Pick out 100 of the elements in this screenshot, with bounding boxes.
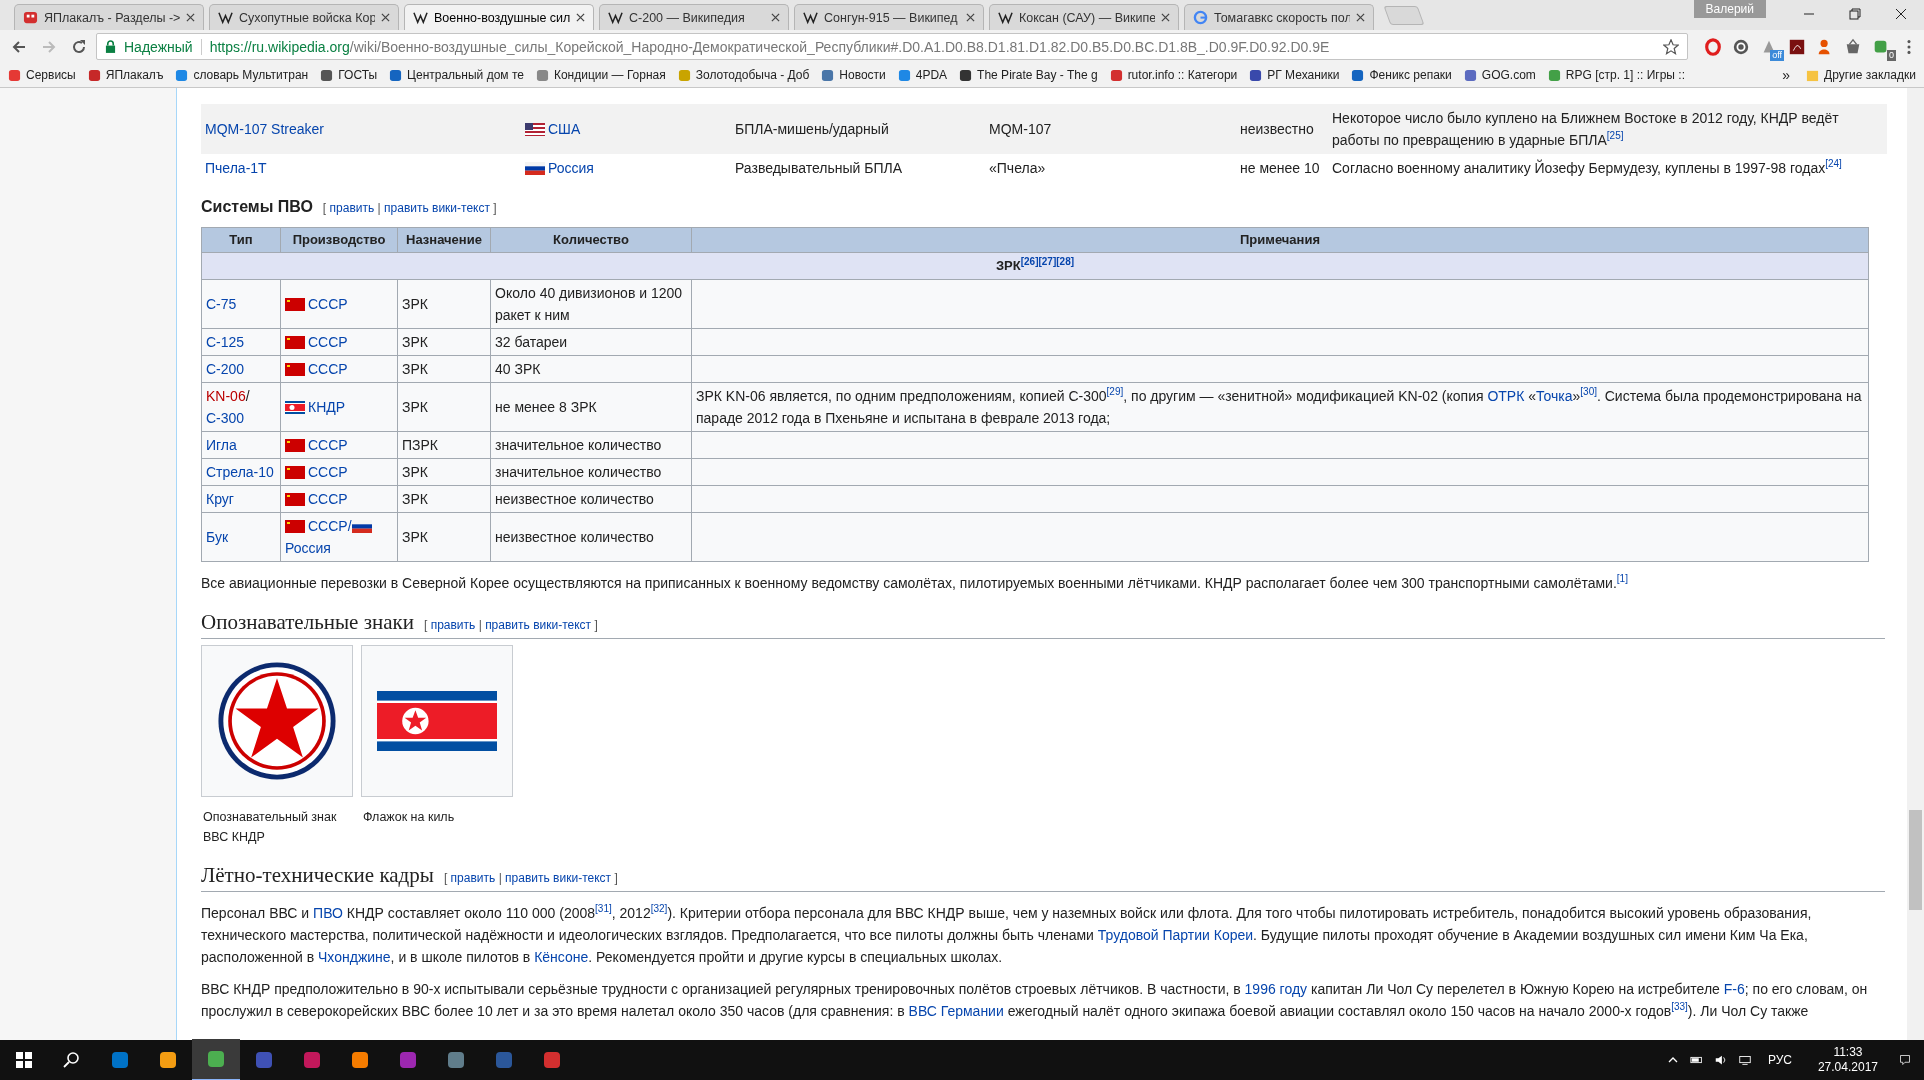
bookmark-item[interactable]: Центральный дом те: [389, 68, 524, 82]
country-link[interactable]: СССР: [308, 491, 348, 507]
browser-tab[interactable]: Коксан (САУ) — Википе: [989, 4, 1179, 30]
taskbar-app-icon[interactable]: [192, 1039, 240, 1080]
table-cell: 32 батареи: [495, 334, 568, 350]
article-link[interactable]: Кёнсоне: [534, 949, 589, 965]
bookmark-item[interactable]: Золотодобыча - Доб: [677, 68, 810, 82]
bookmark-item[interactable]: RPG [стр. 1] :: Игры ::: [1547, 68, 1685, 82]
speaker-icon[interactable]: [1713, 1054, 1728, 1066]
country-link[interactable]: КНДР: [308, 399, 346, 415]
bookmark-icon: [1109, 68, 1123, 82]
browser-tab[interactable]: Томагавкс скорость пол: [1184, 4, 1374, 30]
battery-icon[interactable]: [1689, 1054, 1704, 1066]
back-arrow-icon[interactable]: [11, 38, 27, 55]
clock[interactable]: 11:33 27.04.2017: [1817, 1045, 1878, 1075]
close-icon[interactable]: [771, 13, 780, 22]
bookmark-icon: [389, 68, 403, 82]
bookmark-item[interactable]: rutor.info :: Категори: [1109, 68, 1238, 82]
edit-link[interactable]: править: [450, 871, 496, 885]
notification-icon[interactable]: [1898, 1054, 1912, 1066]
edit-link[interactable]: править вики-текст: [485, 618, 592, 632]
address-bar[interactable]: Надежный https://ru.wikipedia.org/wiki/Военно-воздушные_силы_Корейской_Народно-Демократической_Республики#.D0.A1.D0.B8.D1.81.D1.82.D0.B5.D0.BC.D1.8B_.D0.9F.D0.92.D0.9E: [96, 33, 1688, 60]
bookmark-item[interactable]: Кондиции — Горная: [535, 68, 666, 82]
image-frame[interactable]: [361, 645, 513, 797]
image-frame[interactable]: [201, 645, 353, 797]
bookmark-folder[interactable]: Другие закладки: [1806, 68, 1916, 82]
secure-label: Надежный: [124, 38, 193, 55]
network-icon[interactable]: [1737, 1054, 1752, 1066]
article-link[interactable]: ПВО: [313, 905, 343, 921]
article-link[interactable]: ВВС Германии: [908, 1003, 1004, 1019]
country-link[interactable]: СССР: [308, 361, 348, 377]
tab-title: ЯПлакалъ - Разделы ->: [44, 10, 180, 25]
missing-page-link[interactable]: KN-06: [206, 388, 246, 404]
bookmark-star-icon[interactable]: [1663, 38, 1679, 55]
close-icon[interactable]: [186, 13, 195, 22]
basket-icon[interactable]: [1844, 37, 1862, 56]
edit-link[interactable]: править вики-текст: [505, 871, 612, 885]
browser-tab[interactable]: С-200 — Википедия: [599, 4, 789, 30]
bookmark-item[interactable]: GOG.com: [1463, 68, 1536, 82]
browser-tab[interactable]: ЯПлакалъ - Разделы ->: [14, 4, 204, 30]
close-icon[interactable]: [966, 13, 975, 22]
table-cell: Разведывательный БПЛА: [735, 160, 902, 176]
restore-icon[interactable]: [1849, 8, 1861, 20]
browser-tab[interactable]: Сонгун-915 — Википед: [794, 4, 984, 30]
system-link[interactable]: С-300: [206, 410, 245, 426]
table-cell: MQM-107: [989, 121, 1052, 137]
tab-title: Томагавкс скорость пол: [1214, 10, 1350, 25]
edit-link[interactable]: править: [329, 201, 375, 215]
country-link[interactable]: СССР: [308, 334, 348, 350]
bookmark-item[interactable]: The Pirate Bay - The g: [959, 68, 1098, 82]
country-link[interactable]: СССР/: [308, 518, 352, 534]
scrollbar[interactable]: [1907, 88, 1924, 1040]
country-link[interactable]: Россия: [285, 540, 331, 556]
reload-icon[interactable]: [71, 38, 87, 55]
bookmark-icon: [87, 68, 101, 82]
overflow-chevron[interactable]: »: [1782, 67, 1791, 83]
table-cell: ЗРК: [402, 399, 428, 415]
close-icon[interactable]: [1356, 13, 1365, 22]
bookmark-item[interactable]: 4PDA: [897, 68, 948, 82]
country-link[interactable]: США: [548, 121, 581, 137]
opera-o-icon[interactable]: [1704, 37, 1722, 56]
browser-tab[interactable]: Военно-воздушные сил: [404, 4, 594, 30]
bracket: ]: [594, 618, 598, 632]
system-link[interactable]: Бук: [206, 529, 228, 545]
language-indicator[interactable]: РУС: [1767, 1053, 1792, 1067]
table-link[interactable]: MQM-107 Streaker: [205, 121, 325, 137]
article-link[interactable]: Точка: [1536, 388, 1573, 404]
browser-tab[interactable]: Сухопутные войска Кор: [209, 4, 399, 30]
article-link[interactable]: F-6: [1723, 981, 1745, 997]
article-link[interactable]: ОТРК: [1487, 388, 1525, 404]
tab-title: С-200 — Википедия: [629, 10, 746, 25]
paragraph: Персонал ВВС и ПВО КНДР составляет около 110 000 (2008$^{[31]}$, 2012$^{[32]}$). Критерии отбора персонала для ВВС КНДР выше, чем у наземных войск или флота. Для того чтобы пилотировать истребитель, понадобится высокий уровень образования, технического мастерства, политической надёжности и идеологических взглядов. Предполагается, что все пилоты должны быть членами Трудовой Партии Кореи. Будущие пилоты проходят обучение в Академии воздушных сил имени Ким Ча Ека, расположенной в Чхонджине, и в школе пилотов в Кёнсоне. Рекомендуется пройти и другие курсы в специальных школах.: [201, 902, 1813, 967]
bookmark-item[interactable]: Феникс репаки: [1351, 68, 1452, 82]
bookmark-item[interactable]: РГ Механики: [1249, 68, 1340, 82]
close-icon[interactable]: [576, 13, 585, 22]
system-link[interactable]: Круг: [206, 491, 234, 507]
edit-link[interactable]: править вики-текст: [384, 201, 490, 215]
edit-link[interactable]: править: [430, 618, 476, 632]
bookmark-item[interactable]: ГОСТы: [320, 68, 378, 82]
bookmark-item[interactable]: Сервисы: [8, 68, 76, 82]
close-icon[interactable]: [381, 13, 390, 22]
bookmark-item[interactable]: Новости: [821, 68, 886, 82]
bookmark-item[interactable]: ЯПлакалъ: [87, 68, 164, 82]
column-header: Тип: [201, 227, 281, 253]
system-link[interactable]: С-75: [206, 296, 237, 312]
flag-icon: [285, 520, 305, 533]
article-link[interactable]: Трудовой Партии Кореи: [1097, 927, 1254, 943]
bookmark-item[interactable]: словарь Мультитран: [175, 68, 309, 82]
scrollbar-thumb[interactable]: [1909, 810, 1922, 910]
wikipedia-w-icon: [803, 10, 818, 25]
table-link[interactable]: Пчела-1Т: [205, 160, 267, 176]
close-icon[interactable]: [1895, 8, 1907, 20]
country-link[interactable]: Россия: [548, 160, 594, 176]
close-icon[interactable]: [1161, 13, 1170, 22]
flag-icon: [285, 466, 305, 479]
country-link[interactable]: СССР: [308, 464, 348, 480]
article-link[interactable]: 1996 году: [1244, 981, 1308, 997]
country-link[interactable]: СССР: [308, 296, 348, 312]
article-link[interactable]: Чхонджине: [318, 949, 391, 965]
country-link[interactable]: СССР: [308, 437, 348, 453]
